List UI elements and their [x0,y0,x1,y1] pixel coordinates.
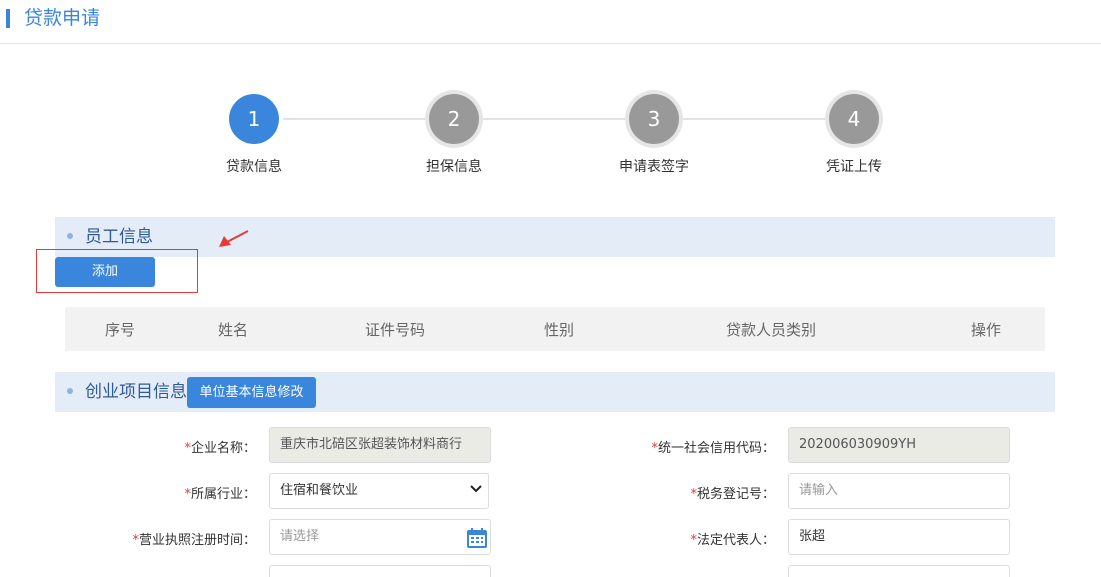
step-number: 2 [429,94,479,144]
step-number: 3 [629,94,679,144]
step-1[interactable]: 1 贷款信息 [194,90,314,176]
column-header: 贷款人员类别 [726,321,817,339]
step-label: 担保信息 [426,159,482,175]
legal-rep-label: *法定代表人： [690,533,775,548]
partial-input[interactable] [788,565,1010,577]
step-label: 凭证上传 [826,159,882,175]
license-date-placeholder: 请选择 [280,529,320,544]
license-date-label: *营业执照注册时间： [132,533,256,548]
step-label: 贷款信息 [226,159,282,175]
step-label: 申请表签字 [619,159,689,175]
chevron-down-icon [470,485,482,493]
license-date-input[interactable]: 请选择 [269,519,491,555]
tax-reg-input[interactable]: 请输入 [788,473,1010,509]
partial-input[interactable] [269,565,491,577]
employee-table-header: 序号 姓名 证件号码 性别 贷款人员类别 操作 [65,307,1045,351]
bullet-icon [67,233,73,239]
industry-label: *所属行业： [184,487,256,502]
legal-rep-input[interactable]: 张超 [788,519,1010,555]
industry-select[interactable]: 住宿和餐饮业 [269,473,489,509]
column-header: 姓名 [218,321,249,339]
step-2[interactable]: 2 担保信息 [394,90,514,176]
column-header: 证件号码 [365,321,426,339]
column-header: 序号 [105,321,136,339]
title-accent-bar [6,9,10,28]
credit-code-label: *统一社会信用代码： [651,441,775,456]
annotation-highlight-box [36,249,198,293]
section-title: 员工信息 [85,227,153,247]
step-number: 4 [829,94,879,144]
company-name-field[interactable]: 重庆市北碚区张超装饰材料商行 [269,427,491,463]
employee-section-header: 员工信息 [55,217,1055,257]
industry-selected-value: 住宿和餐饮业 [280,483,359,498]
step-3[interactable]: 3 申请表签字 [594,90,714,176]
step-4[interactable]: 4 凭证上传 [794,90,914,176]
tax-reg-label: *税务登记号： [690,487,775,502]
credit-code-field[interactable]: 202006030909YH [788,427,1010,463]
progress-steps: 1 贷款信息 2 担保信息 3 申请表签字 4 凭证上传 [0,90,1101,190]
page-header: 贷款申请 [0,0,1101,44]
column-header: 操作 [971,321,1002,339]
bullet-icon [67,388,73,394]
step-number: 1 [229,94,279,144]
edit-company-info-button[interactable]: 单位基本信息修改 [187,377,316,408]
company-name-label: *企业名称： [184,441,256,456]
calendar-icon[interactable] [466,527,488,549]
annotation-arrow-icon [219,230,249,247]
section-title: 创业项目信息 [85,382,187,402]
page-title: 贷款申请 [24,7,101,29]
column-header: 性别 [544,321,575,339]
